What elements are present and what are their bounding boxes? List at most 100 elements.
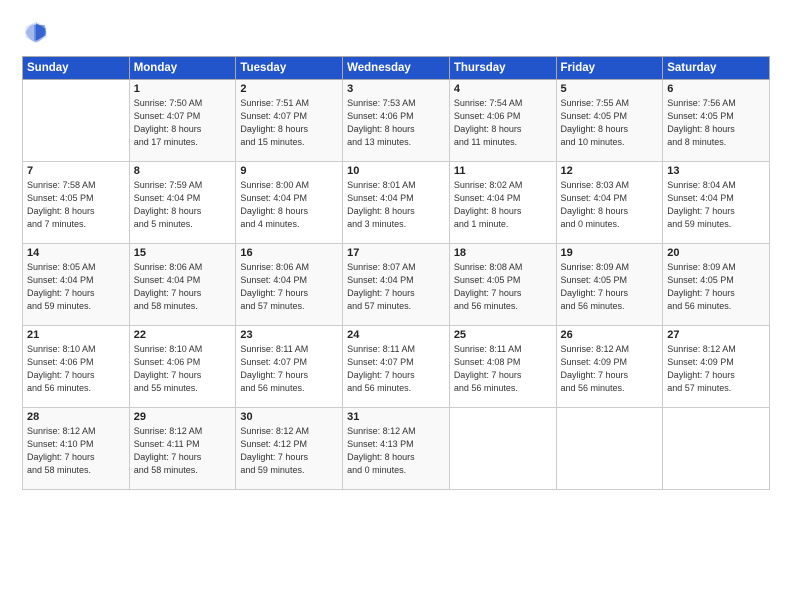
day-info: Sunrise: 8:12 AM Sunset: 4:10 PM Dayligh… (27, 425, 125, 477)
day-info: Sunrise: 7:50 AM Sunset: 4:07 PM Dayligh… (134, 97, 232, 149)
calendar-cell: 31 Sunrise: 8:12 AM Sunset: 4:13 PM Dayli… (343, 408, 450, 490)
calendar-cell: 8 Sunrise: 7:59 AM Sunset: 4:04 PM Daylig… (129, 162, 236, 244)
calendar-week-row: 7 Sunrise: 7:58 AM Sunset: 4:05 PM Daylig… (23, 162, 770, 244)
day-number: 16 (240, 247, 338, 259)
day-number: 30 (240, 411, 338, 423)
day-number: 26 (561, 329, 659, 341)
day-number: 23 (240, 329, 338, 341)
calendar-cell: 1 Sunrise: 7:50 AM Sunset: 4:07 PM Daylig… (129, 80, 236, 162)
day-number: 8 (134, 165, 232, 177)
calendar-cell: 29 Sunrise: 8:12 AM Sunset: 4:11 PM Dayli… (129, 408, 236, 490)
day-number: 5 (561, 83, 659, 95)
day-info: Sunrise: 7:51 AM Sunset: 4:07 PM Dayligh… (240, 97, 338, 149)
day-info: Sunrise: 8:11 AM Sunset: 4:07 PM Dayligh… (347, 343, 445, 395)
calendar: SundayMondayTuesdayWednesdayThursdayFrid… (22, 56, 770, 490)
column-header-sunday: Sunday (23, 57, 130, 80)
day-info: Sunrise: 7:58 AM Sunset: 4:05 PM Dayligh… (27, 179, 125, 231)
day-number: 19 (561, 247, 659, 259)
day-info: Sunrise: 8:12 AM Sunset: 4:12 PM Dayligh… (240, 425, 338, 477)
day-info: Sunrise: 7:53 AM Sunset: 4:06 PM Dayligh… (347, 97, 445, 149)
day-info: Sunrise: 8:12 AM Sunset: 4:11 PM Dayligh… (134, 425, 232, 477)
calendar-cell: 6Sunrise: 7:56 AM Sunset: 4:05 PM Daylig… (663, 80, 770, 162)
calendar-week-row: 1 Sunrise: 7:50 AM Sunset: 4:07 PM Daylig… (23, 80, 770, 162)
day-info: Sunrise: 8:06 AM Sunset: 4:04 PM Dayligh… (240, 261, 338, 313)
calendar-cell: 5 Sunrise: 7:55 AM Sunset: 4:05 PM Daylig… (556, 80, 663, 162)
calendar-cell: 25 Sunrise: 8:11 AM Sunset: 4:08 PM Dayli… (449, 326, 556, 408)
day-number: 20 (667, 247, 765, 259)
day-info: Sunrise: 8:09 AM Sunset: 4:05 PM Dayligh… (667, 261, 765, 313)
calendar-cell: 10Sunrise: 8:01 AM Sunset: 4:04 PM Dayli… (343, 162, 450, 244)
day-number: 14 (27, 247, 125, 259)
day-info: Sunrise: 8:12 AM Sunset: 4:13 PM Dayligh… (347, 425, 445, 477)
day-number: 24 (347, 329, 445, 341)
column-header-friday: Friday (556, 57, 663, 80)
day-number: 1 (134, 83, 232, 95)
column-header-thursday: Thursday (449, 57, 556, 80)
day-number: 25 (454, 329, 552, 341)
calendar-week-row: 21 Sunrise: 8:10 AM Sunset: 4:06 PM Dayli… (23, 326, 770, 408)
calendar-cell (663, 408, 770, 490)
column-header-wednesday: Wednesday (343, 57, 450, 80)
column-header-tuesday: Tuesday (236, 57, 343, 80)
column-header-saturday: Saturday (663, 57, 770, 80)
calendar-cell: 18Sunrise: 8:08 AM Sunset: 4:05 PM Dayli… (449, 244, 556, 326)
day-number: 17 (347, 247, 445, 259)
day-info: Sunrise: 8:11 AM Sunset: 4:08 PM Dayligh… (454, 343, 552, 395)
day-info: Sunrise: 8:06 AM Sunset: 4:04 PM Dayligh… (134, 261, 232, 313)
calendar-week-row: 28 Sunrise: 8:12 AM Sunset: 4:10 PM Dayli… (23, 408, 770, 490)
calendar-cell: 4 Sunrise: 7:54 AM Sunset: 4:06 PM Daylig… (449, 80, 556, 162)
header (22, 18, 770, 46)
logo-icon (22, 18, 50, 46)
calendar-cell: 16 Sunrise: 8:06 AM Sunset: 4:04 PM Dayli… (236, 244, 343, 326)
calendar-cell: 15 Sunrise: 8:06 AM Sunset: 4:04 PM Dayli… (129, 244, 236, 326)
day-number: 21 (27, 329, 125, 341)
day-number: 10 (347, 165, 445, 177)
calendar-cell (449, 408, 556, 490)
day-info: Sunrise: 8:00 AM Sunset: 4:04 PM Dayligh… (240, 179, 338, 231)
calendar-cell: 14 Sunrise: 8:05 AM Sunset: 4:04 PM Dayli… (23, 244, 130, 326)
day-number: 31 (347, 411, 445, 423)
calendar-cell: 3Sunrise: 7:53 AM Sunset: 4:06 PM Daylig… (343, 80, 450, 162)
day-info: Sunrise: 7:54 AM Sunset: 4:06 PM Dayligh… (454, 97, 552, 149)
calendar-cell: 30 Sunrise: 8:12 AM Sunset: 4:12 PM Dayli… (236, 408, 343, 490)
day-info: Sunrise: 8:12 AM Sunset: 4:09 PM Dayligh… (561, 343, 659, 395)
day-info: Sunrise: 8:03 AM Sunset: 4:04 PM Dayligh… (561, 179, 659, 231)
day-number: 7 (27, 165, 125, 177)
day-number: 22 (134, 329, 232, 341)
day-number: 13 (667, 165, 765, 177)
day-info: Sunrise: 8:08 AM Sunset: 4:05 PM Dayligh… (454, 261, 552, 313)
page: SundayMondayTuesdayWednesdayThursdayFrid… (0, 0, 792, 612)
logo (22, 18, 54, 46)
day-info: Sunrise: 7:59 AM Sunset: 4:04 PM Dayligh… (134, 179, 232, 231)
calendar-cell: 2 Sunrise: 7:51 AM Sunset: 4:07 PM Daylig… (236, 80, 343, 162)
day-number: 6 (667, 83, 765, 95)
calendar-week-row: 14 Sunrise: 8:05 AM Sunset: 4:04 PM Dayli… (23, 244, 770, 326)
day-info: Sunrise: 7:55 AM Sunset: 4:05 PM Dayligh… (561, 97, 659, 149)
calendar-cell: 28 Sunrise: 8:12 AM Sunset: 4:10 PM Dayli… (23, 408, 130, 490)
day-number: 15 (134, 247, 232, 259)
calendar-cell: 22 Sunrise: 8:10 AM Sunset: 4:06 PM Dayli… (129, 326, 236, 408)
day-number: 4 (454, 83, 552, 95)
calendar-cell: 11Sunrise: 8:02 AM Sunset: 4:04 PM Dayli… (449, 162, 556, 244)
day-number: 9 (240, 165, 338, 177)
calendar-cell: 19Sunrise: 8:09 AM Sunset: 4:05 PM Dayli… (556, 244, 663, 326)
day-info: Sunrise: 8:02 AM Sunset: 4:04 PM Dayligh… (454, 179, 552, 231)
calendar-cell: 7 Sunrise: 7:58 AM Sunset: 4:05 PM Daylig… (23, 162, 130, 244)
day-number: 28 (27, 411, 125, 423)
day-number: 12 (561, 165, 659, 177)
day-info: Sunrise: 8:10 AM Sunset: 4:06 PM Dayligh… (134, 343, 232, 395)
day-info: Sunrise: 8:12 AM Sunset: 4:09 PM Dayligh… (667, 343, 765, 395)
day-info: Sunrise: 8:10 AM Sunset: 4:06 PM Dayligh… (27, 343, 125, 395)
calendar-cell (556, 408, 663, 490)
day-number: 29 (134, 411, 232, 423)
day-info: Sunrise: 8:11 AM Sunset: 4:07 PM Dayligh… (240, 343, 338, 395)
day-number: 2 (240, 83, 338, 95)
calendar-cell: 26 Sunrise: 8:12 AM Sunset: 4:09 PM Dayli… (556, 326, 663, 408)
day-info: Sunrise: 8:05 AM Sunset: 4:04 PM Dayligh… (27, 261, 125, 313)
calendar-cell (23, 80, 130, 162)
calendar-cell: 21 Sunrise: 8:10 AM Sunset: 4:06 PM Dayli… (23, 326, 130, 408)
calendar-cell: 24 Sunrise: 8:11 AM Sunset: 4:07 PM Dayli… (343, 326, 450, 408)
column-header-monday: Monday (129, 57, 236, 80)
calendar-cell: 9 Sunrise: 8:00 AM Sunset: 4:04 PM Daylig… (236, 162, 343, 244)
calendar-header-row: SundayMondayTuesdayWednesdayThursdayFrid… (23, 57, 770, 80)
